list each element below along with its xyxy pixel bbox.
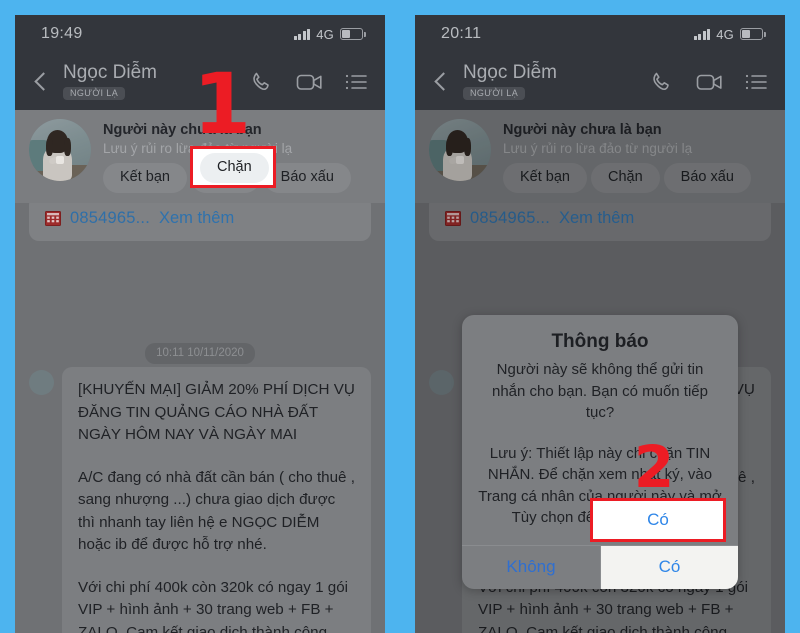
video-call-icon[interactable] xyxy=(296,71,323,93)
block-confirm-dialog: Thông báo Người này sẽ không thể gửi tin… xyxy=(462,315,738,589)
battery-icon xyxy=(740,28,766,40)
chat-title-block: Ngọc Diễm NGƯỜI LẠ xyxy=(463,62,650,101)
stranger-badge: NGƯỜI LẠ xyxy=(463,87,526,100)
chat-navbar: Ngọc Diễm NGƯỜI LẠ xyxy=(415,53,785,110)
phone-call-icon[interactable] xyxy=(250,70,274,94)
report-button[interactable]: Báo xấu xyxy=(263,163,351,193)
message-bubble: [KHUYẾN MẠI] GIẢM 20% PHÍ DỊCH VỤ ĐĂNG T… xyxy=(62,367,371,633)
dialog-paragraph-1: Người này sẽ không thể gửi tin nhắn cho … xyxy=(492,361,708,421)
phone-call-icon[interactable] xyxy=(650,70,674,94)
stranger-badge: NGƯỜI LẠ xyxy=(63,87,126,100)
message-row: [KHUYẾN MẠI] GIẢM 20% PHÍ DỊCH VỤ ĐĂNG T… xyxy=(29,367,371,633)
status-clock: 19:49 xyxy=(41,25,83,42)
dialog-actions: Không Có xyxy=(462,544,738,589)
back-icon[interactable] xyxy=(429,69,455,95)
highlighted-confirm-label[interactable]: Có xyxy=(590,510,726,530)
menu-list-icon[interactable] xyxy=(745,73,767,91)
navbar-actions xyxy=(250,70,367,94)
status-indicators: 4G xyxy=(693,26,766,42)
see-more-link[interactable]: Xem thêm xyxy=(159,209,234,228)
phone-screen-right: 20:11 4G Ngọc Diễm NGƯỜI LẠ 0854965... X… xyxy=(415,15,785,633)
step-1-number: 1 xyxy=(192,55,252,153)
keypad-icon xyxy=(45,210,61,226)
signal-bars-icon xyxy=(293,28,311,40)
message-timestamp: 10:11 10/11/2020 xyxy=(15,343,385,364)
message-paragraph: Với chi phí 400k còn 320k có ngay 1 gói … xyxy=(78,578,349,633)
menu-list-icon[interactable] xyxy=(345,73,367,91)
message-avatar xyxy=(29,370,54,395)
navbar-actions xyxy=(650,70,767,94)
back-icon[interactable] xyxy=(29,69,55,95)
status-bar: 20:11 4G xyxy=(415,15,785,53)
add-friend-button[interactable]: Kết bạn xyxy=(103,163,187,193)
dialog-cancel-button[interactable]: Không xyxy=(462,546,600,589)
video-call-icon[interactable] xyxy=(696,71,723,93)
status-clock: 20:11 xyxy=(441,25,482,42)
message-paragraph: [KHUYẾN MẠI] GIẢM 20% PHÍ DỊCH VỤ ĐĂNG T… xyxy=(78,381,355,443)
battery-icon xyxy=(340,28,366,40)
status-bar: 19:49 4G xyxy=(15,15,385,53)
phone-number-text: 0854965... xyxy=(70,208,150,227)
step-2-number: 2 xyxy=(633,433,675,501)
contact-name: Ngọc Diễm xyxy=(463,62,557,83)
screenshot-root: 19:49 4G Ngọc Diễm NGƯỜI LẠ 0854965... X… xyxy=(0,0,800,633)
highlighted-block-chip-label[interactable]: Chặn xyxy=(200,153,269,183)
contact-avatar xyxy=(29,119,91,181)
network-type-label: 4G xyxy=(716,26,734,42)
signal-bars-icon xyxy=(693,28,711,40)
network-type-label: 4G xyxy=(316,26,334,42)
dialog-confirm-button[interactable]: Có xyxy=(600,545,738,589)
status-indicators: 4G xyxy=(293,26,366,42)
dialog-title: Thông báo xyxy=(551,331,649,352)
message-paragraph: A/C đang có nhà đất cần bán ( cho thuê ,… xyxy=(78,468,355,554)
